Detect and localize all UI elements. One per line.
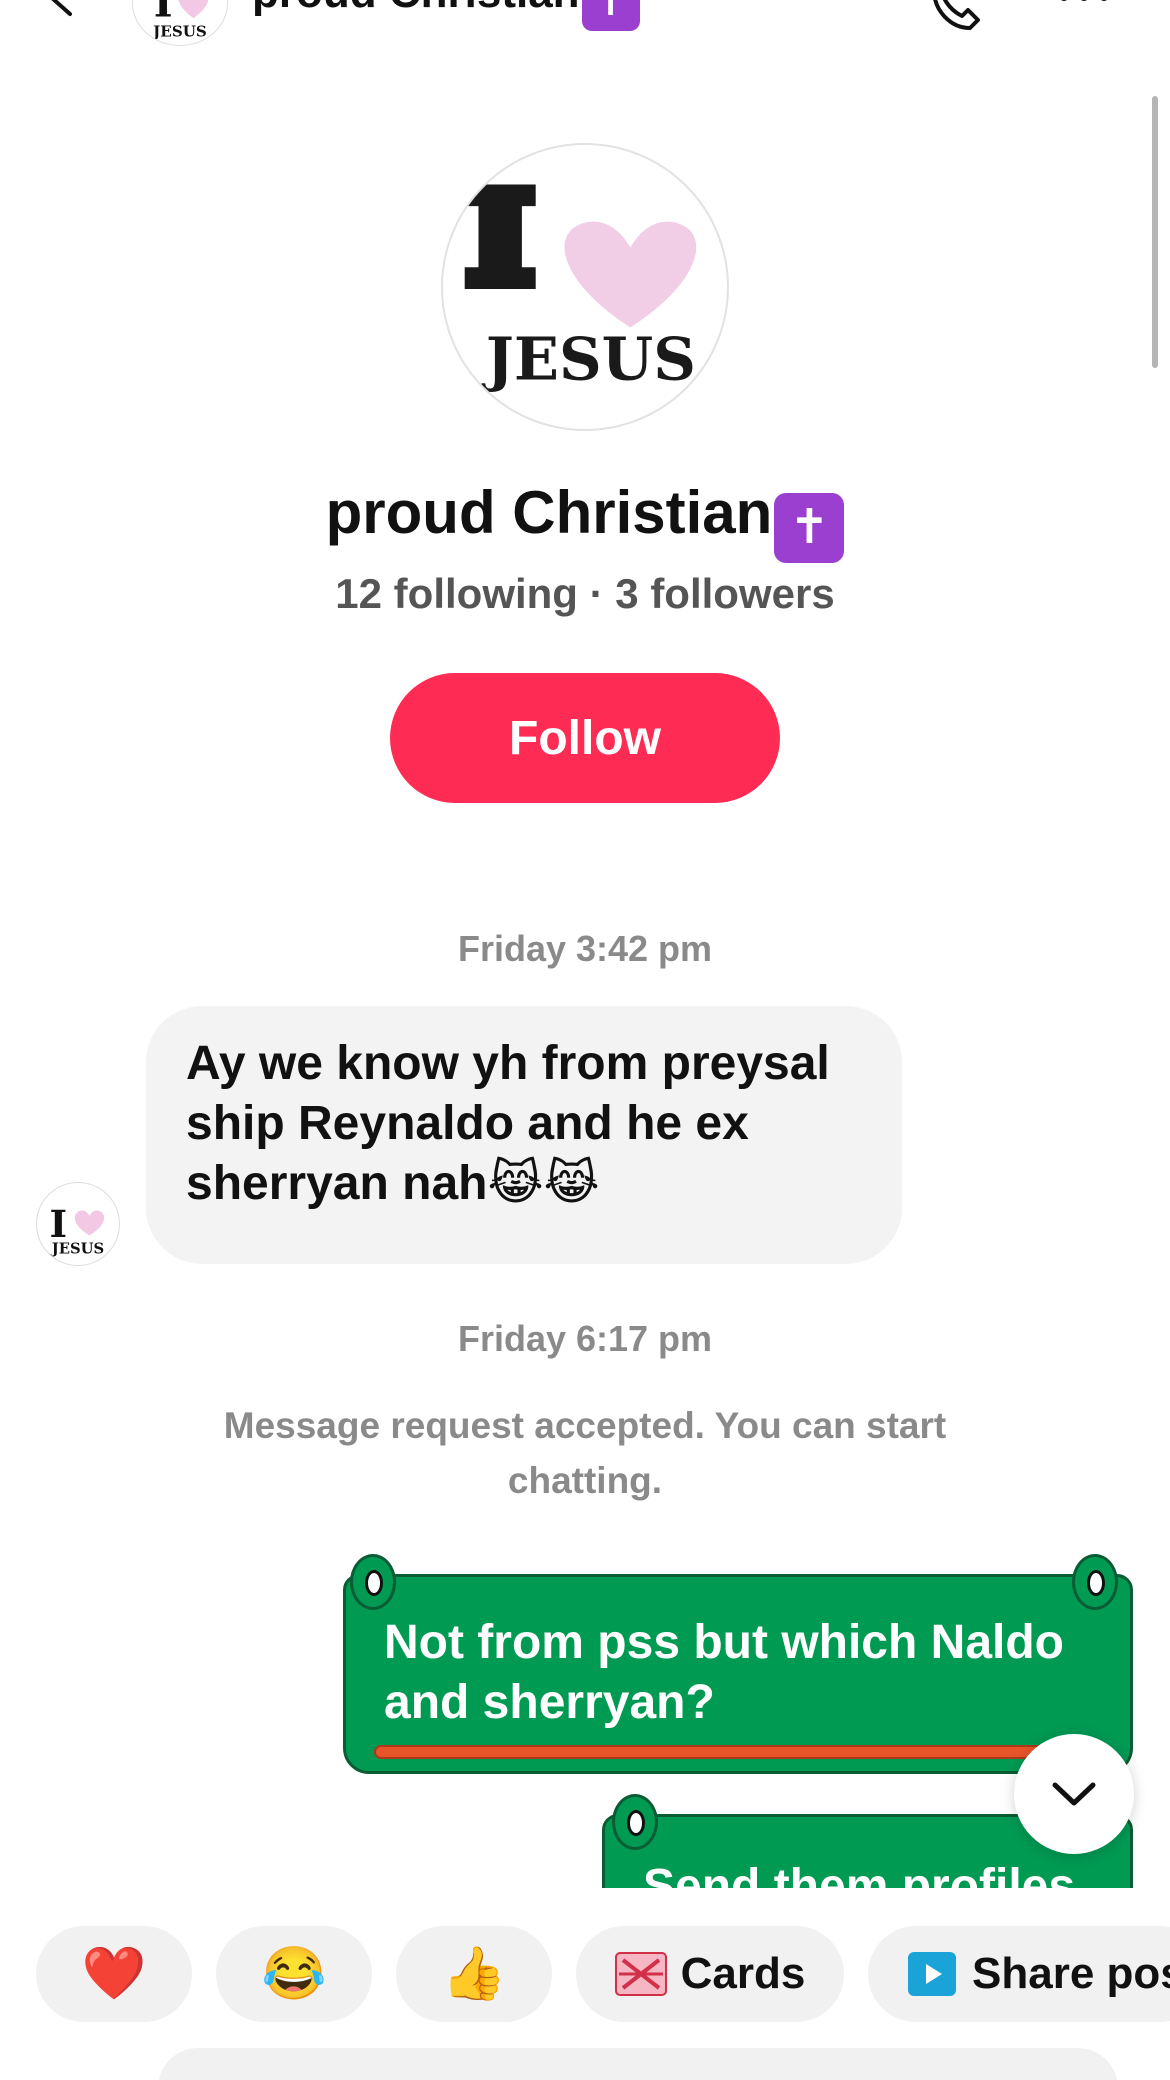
gift-card-icon xyxy=(614,1952,667,1996)
svg-text:JESUS: JESUS xyxy=(50,1241,104,1258)
cards-button[interactable]: Cards xyxy=(576,1926,844,2022)
scrollbar[interactable] xyxy=(1152,96,1158,368)
profile-stats[interactable]: 12 following · 3 followers xyxy=(0,570,1170,618)
thumbs-up-icon: 👍 xyxy=(441,1945,507,2003)
svg-text:I: I xyxy=(154,0,173,26)
share-post-button[interactable]: Share pos xyxy=(868,1926,1170,2022)
heart-icon: ❤️ xyxy=(81,1945,147,2003)
profile-name-text: proud Christian xyxy=(325,479,773,546)
header-title[interactable]: proud Christian✝ xyxy=(252,0,640,31)
header-title-text: proud Christian xyxy=(252,0,580,17)
bubble-ring-decoration xyxy=(350,1554,396,1610)
sent-message-bubble[interactable]: Not from pss but which Naldo and sherrya… xyxy=(343,1574,1133,1774)
quick-reply-laugh[interactable]: 😂 xyxy=(216,1926,372,2022)
bubble-underline-decoration xyxy=(374,1745,1096,1759)
profile-avatar[interactable]: JESUS xyxy=(441,143,729,431)
back-arrow-icon[interactable] xyxy=(42,0,82,18)
cross-badge-icon: ✝ xyxy=(774,493,845,563)
sender-avatar[interactable]: I JESUS xyxy=(36,1182,120,1266)
laughing-face-icon: 😂 xyxy=(261,1945,327,2003)
cross-badge-icon: ✝ xyxy=(581,0,640,31)
follow-button[interactable]: Follow xyxy=(390,673,780,803)
header-avatar[interactable]: JESUS I xyxy=(132,0,228,46)
scroll-to-bottom-button[interactable] xyxy=(1014,1734,1134,1854)
chat-screen: JESUS I proud Christian✝ JESUS proud Chr… xyxy=(0,0,1170,2080)
avatar-logo-text: JESUS xyxy=(481,324,696,394)
message-timestamp: Friday 6:17 pm xyxy=(457,1318,713,1359)
system-message: Message request accepted. You can start … xyxy=(223,1405,947,1501)
chevron-down-icon xyxy=(1052,1782,1096,1806)
sent-message-text: Not from pss but which Naldo and sherrya… xyxy=(384,1616,1064,1729)
message-timestamp: Friday 3:42 pm xyxy=(457,928,713,969)
bubble-ring-decoration xyxy=(612,1794,658,1850)
top-bar: JESUS I proud Christian✝ xyxy=(0,0,1170,50)
message-input[interactable] xyxy=(158,2048,1118,2080)
phone-call-icon[interactable] xyxy=(920,0,990,36)
more-options-icon[interactable] xyxy=(1054,0,1114,6)
quick-reply-thumbs-up[interactable]: 👍 xyxy=(396,1926,552,2022)
profile-name: proud Christian ✝ xyxy=(0,478,1170,563)
play-icon xyxy=(908,1952,956,1996)
bubble-ring-decoration xyxy=(1072,1554,1118,1610)
svg-text:I: I xyxy=(49,1202,67,1246)
received-message-bubble[interactable]: Ay we know yh from preysal ship Reynaldo… xyxy=(146,1006,902,1264)
cards-label: Cards xyxy=(680,1949,806,1998)
share-post-label: Share pos xyxy=(972,1949,1170,1998)
quick-reply-heart[interactable]: ❤️ xyxy=(36,1926,192,2022)
